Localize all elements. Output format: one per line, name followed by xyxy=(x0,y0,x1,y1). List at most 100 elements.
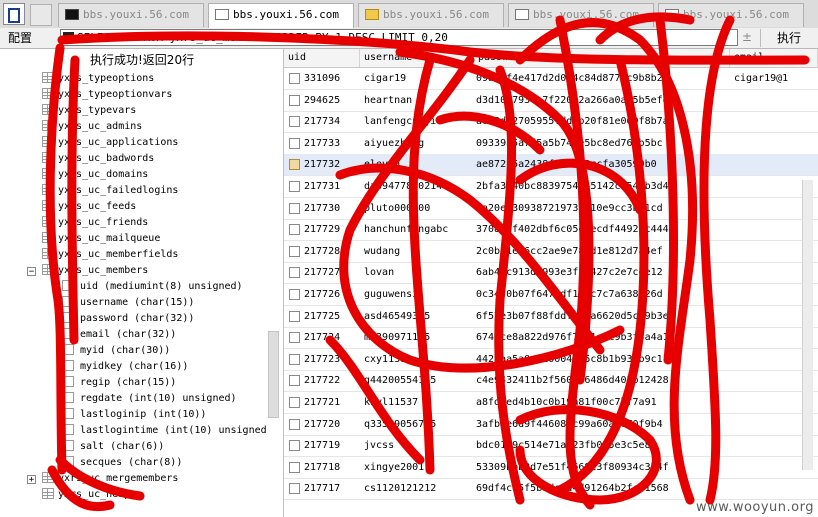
tab-1[interactable]: bbs.youxi.56.com xyxy=(58,3,204,27)
tree-item-label: email (char(32)) xyxy=(80,329,177,340)
new-tab-button[interactable] xyxy=(30,4,52,26)
row-checkbox[interactable] xyxy=(289,353,300,365)
row-checkbox[interactable] xyxy=(289,461,300,473)
tree-table-item[interactable]: yxrs_typevars xyxy=(42,103,136,119)
table-row[interactable]: 294625 heartnan d3d101793fa7f220c2a266a0a6… xyxy=(284,90,818,112)
tab-5[interactable]: bbs.youxi.56.com xyxy=(658,3,804,27)
row-checkbox[interactable] xyxy=(289,418,300,430)
table-icon xyxy=(42,152,54,163)
tree-table-item[interactable]: yxrs_uc_members xyxy=(42,263,148,279)
row-checkbox[interactable] xyxy=(289,397,300,408)
table-row[interactable]: 331096 cigar19 09ae6f4e417d2d0b4c84d8774c9… xyxy=(284,68,818,90)
tree-column-item[interactable]: myidkey (char(16)) xyxy=(62,359,188,375)
tree-table-item[interactable]: yxrs_uc_badwords xyxy=(42,151,154,167)
tab-bar: bbs.youxi.56.com bbs.youxi.56.com bbs.yo… xyxy=(0,0,818,29)
tree-table-item[interactable]: yxrs_uc_applications xyxy=(42,135,178,151)
app-menu-icon[interactable] xyxy=(3,3,25,25)
tree-table-item[interactable]: yxrs_uc_mailqueue xyxy=(42,231,160,247)
tab-3[interactable]: bbs.youxi.56.com xyxy=(358,3,504,27)
tree-table-item[interactable]: yxrs_uc_failedlogins xyxy=(42,183,178,199)
row-checkbox[interactable] xyxy=(289,73,300,84)
table-row[interactable]: 217728 wudang 2c0b51e76cc2ae9e783d1e812d7a… xyxy=(284,241,818,263)
column-header-uid[interactable]: uid xyxy=(284,49,360,67)
tree-column-item[interactable]: myid (char(30)) xyxy=(62,343,170,359)
table-row[interactable]: 217732 eleven ae872c5a2438f353a62ccfa30590… xyxy=(284,154,818,177)
tab-4[interactable]: bbs.youxi.56.com xyxy=(508,3,654,27)
tree-column-item[interactable]: email (char(32)) xyxy=(62,327,176,343)
cell-uid: 217725 xyxy=(304,310,341,322)
tree-table-item[interactable]: yxrs_typeoptions xyxy=(42,71,154,87)
column-header-email[interactable]: email xyxy=(730,49,818,67)
tree-table-item[interactable]: yxrs_uc_feeds xyxy=(42,199,136,215)
config-button[interactable]: 配置 xyxy=(8,30,32,46)
cell-uid: 217720 xyxy=(304,418,341,430)
column-header-username[interactable]: username xyxy=(360,49,474,67)
table-row[interactable]: 217727 lovan 6ab4bc913d8993e3fd8427c2e7cde… xyxy=(284,262,818,285)
sql-query-input[interactable]: SELECT * FROM yxrs_uc_members ORDER BY 1… xyxy=(60,29,738,46)
tree-column-item[interactable]: password (char(32)) xyxy=(62,311,194,327)
table-row[interactable]: 217718 xingye2001 53309bbb3d7e51f4668e3f80… xyxy=(284,457,818,479)
tree-column-item[interactable]: secques (char(8)) xyxy=(62,455,182,471)
cell-uid: 217730 xyxy=(304,202,341,214)
tab-2[interactable]: bbs.youxi.56.com xyxy=(208,3,354,28)
tree-item-label: yxrs_typevars xyxy=(58,105,137,116)
tree-column-item[interactable]: salt (char(6)) xyxy=(62,439,164,455)
cell-password: 6746ce8a822d976f7fb1e5c9b3f3a4a1 xyxy=(476,332,669,344)
table-row[interactable]: 217720 q33599056785 3afb0e6d9f446085c99a60… xyxy=(284,414,818,436)
row-checkbox[interactable] xyxy=(289,332,300,344)
tree-table-item[interactable]: yxrs_uc_friends xyxy=(42,215,148,231)
expand-icon[interactable]: + xyxy=(27,475,36,485)
column-header-password[interactable]: password xyxy=(474,49,730,67)
tree-column-item[interactable]: lastlogintime (int(10) unsigned xyxy=(62,423,267,439)
tree-column-item[interactable]: lastloginip (int(10)) xyxy=(62,407,206,423)
row-checkbox[interactable] xyxy=(289,289,300,300)
row-checkbox[interactable] xyxy=(289,137,300,149)
tree-scrollbar[interactable] xyxy=(268,331,279,418)
tree-table-item[interactable]: yxrs_uc_admins xyxy=(42,119,142,135)
row-checkbox[interactable] xyxy=(289,224,300,236)
tree-column-item[interactable]: regdate (int(10) unsigned) xyxy=(62,391,237,407)
adjust-icon[interactable]: ± xyxy=(742,30,752,44)
cell-username: wudang xyxy=(364,245,401,257)
row-checkbox[interactable] xyxy=(289,116,300,128)
table-row[interactable]: 217717 cs1120121212 69df4ca5f5b1dc2d4d9126… xyxy=(284,478,818,501)
tree-table-item[interactable]: yxrs_uc_newpm xyxy=(42,487,136,503)
row-checkbox[interactable] xyxy=(289,310,300,322)
table-row[interactable]: 217724 m5390971195 6746ce8a822d976f7fb1e5c… xyxy=(284,327,818,350)
tree-item-label: lastloginip (int(10)) xyxy=(80,409,207,420)
tree-table-item[interactable]: yxrs_uc_domains xyxy=(42,167,148,183)
tree-table-item[interactable]: yxrs_uc_memberfields xyxy=(42,247,178,263)
table-row[interactable]: 217723 cxy11311 4424aa5a0a5200046d5c8b1b93… xyxy=(284,349,818,371)
tree-column-item[interactable]: username (char(15)) xyxy=(62,295,194,311)
table-row[interactable]: 217725 asd46549355 6f57e3b07f88fddfcc8a662… xyxy=(284,306,818,328)
table-row[interactable]: 217719 jvcss bdc01d9c514e71ad23fb025e3c5e8… xyxy=(284,435,818,458)
row-checkbox[interactable] xyxy=(289,202,300,214)
cell-username: q33599056785 xyxy=(364,418,437,430)
row-checkbox[interactable] xyxy=(289,94,300,106)
tree-column-item[interactable]: uid (mediumint(8) unsigned) xyxy=(62,279,243,295)
table-row[interactable]: 217733 aiyuezheng 09339a5a7f5a5b741e5bc8ed… xyxy=(284,133,818,155)
tree-table-item[interactable]: yxrs_typeoptionvars xyxy=(42,87,172,103)
table-icon xyxy=(42,88,54,99)
row-edit-icon[interactable] xyxy=(289,159,300,171)
tab-4-label: bbs.youxi.56.com xyxy=(533,8,639,21)
execute-button[interactable]: 执行 xyxy=(760,29,817,47)
table-row[interactable]: 217734 lanfengcuiji a0c2d32705955fddab20f8… xyxy=(284,111,818,134)
table-row[interactable]: 217722 g44200554165 c4e9432411b2f5600b6486… xyxy=(284,370,818,393)
table-row[interactable]: 217730 pluto000000 8a20e9309387219732210e9… xyxy=(284,198,818,220)
row-checkbox[interactable] xyxy=(289,245,300,257)
row-checkbox[interactable] xyxy=(289,440,300,452)
table-row[interactable]: 217731 dz39477890214 2bfa3840bc88397548651… xyxy=(284,176,818,198)
table-row[interactable]: 217726 guguwensi 0c3470b07f6472df109c7c7a6… xyxy=(284,284,818,306)
grid-scrollbar[interactable] xyxy=(802,180,813,470)
row-checkbox[interactable] xyxy=(289,375,300,387)
row-checkbox[interactable] xyxy=(289,483,300,495)
cell-password: a8fdced4b10c0b19a81f00c7bf7a91 xyxy=(476,397,657,408)
row-checkbox[interactable] xyxy=(289,181,300,192)
table-row[interactable]: 217721 kkyl11537 a8fdced4b10c0b19a81f00c7b… xyxy=(284,392,818,414)
tree-table-item[interactable]: yxrs_uc_mergemembers xyxy=(42,471,178,487)
tree-column-item[interactable]: regip (char(15)) xyxy=(62,375,176,391)
row-checkbox[interactable] xyxy=(289,267,300,279)
table-row[interactable]: 217729 hanchunfengabc 370896f402dbf6c05e1e… xyxy=(284,219,818,242)
collapse-icon[interactable]: − xyxy=(27,267,36,277)
